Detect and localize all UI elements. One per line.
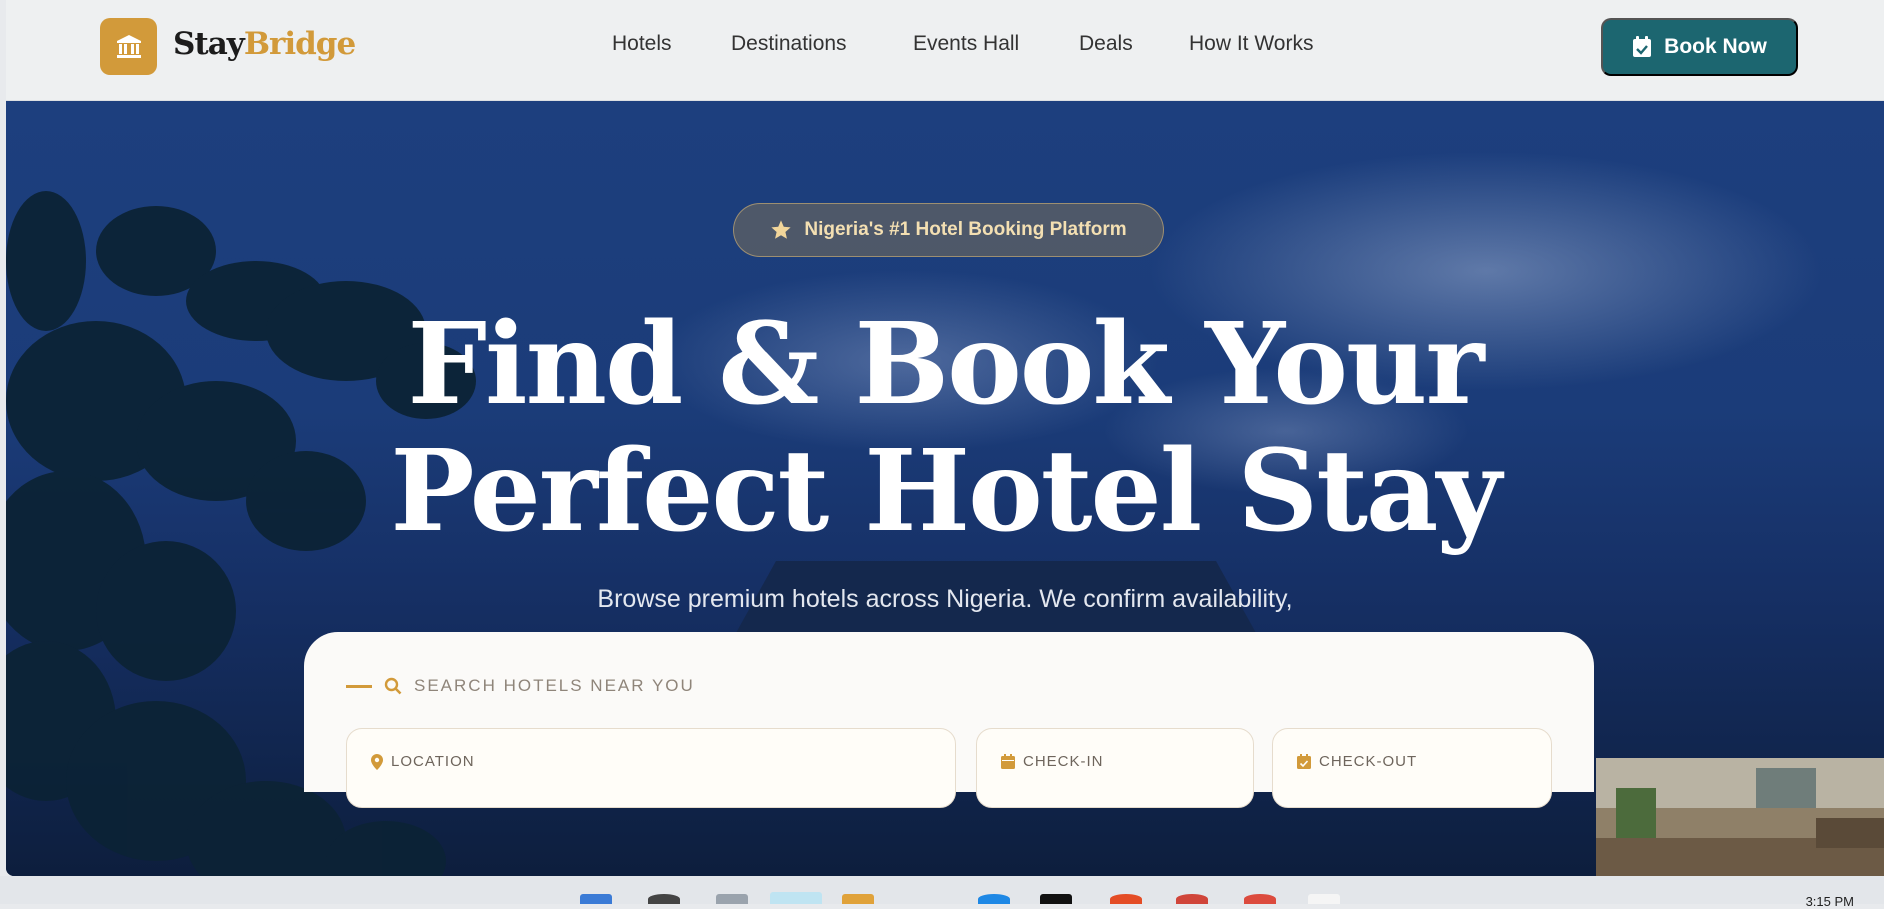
app-icon-orange[interactable] xyxy=(1110,894,1142,904)
windows-start-icon[interactable] xyxy=(580,894,612,904)
nav-item-destinations[interactable]: Destinations xyxy=(731,32,847,56)
book-now-label: Book Now xyxy=(1664,35,1767,58)
check-out-label: CHECK-OUT xyxy=(1297,753,1417,770)
brand-name[interactable]: StayBridge xyxy=(173,26,356,62)
check-in-label-text: CHECK-IN xyxy=(1023,753,1104,770)
chat-app-icon[interactable] xyxy=(978,894,1010,904)
hero-title-line1: Find & Book Your xyxy=(407,299,1485,430)
search-heading: SEARCH HOTELS NEAR YOU xyxy=(346,676,695,696)
app-icon-white[interactable] xyxy=(1308,894,1340,904)
hero-title: Find & Book Your Perfect Hotel Stay xyxy=(6,301,1884,555)
calendar-check-icon xyxy=(1633,36,1652,57)
file-explorer-icon[interactable] xyxy=(716,894,748,904)
hotel-lobby-image xyxy=(1596,758,1884,876)
terminal-icon[interactable] xyxy=(1040,894,1072,904)
site-header: StayBridge Hotels Destinations Events Ha… xyxy=(6,0,1884,101)
location-label-text: LOCATION xyxy=(391,753,475,770)
os-taskbar: 3:15 PM xyxy=(0,876,1884,909)
location-label: LOCATION xyxy=(371,753,475,770)
nav-item-how-it-works[interactable]: How It Works xyxy=(1189,32,1313,56)
book-now-button[interactable]: Book Now xyxy=(1601,18,1798,76)
brand-name-part1: Stay xyxy=(173,26,245,62)
calendar-icon xyxy=(1001,754,1015,769)
check-out-field[interactable]: CHECK-OUT xyxy=(1272,728,1552,808)
map-pin-icon xyxy=(371,753,383,770)
calendar-check-icon xyxy=(1297,754,1311,769)
search-taskbar-icon[interactable] xyxy=(648,894,680,904)
bank-building-icon xyxy=(116,34,141,58)
heading-accent-line xyxy=(346,684,372,688)
hero-subtitle-line1: Browse premium hotels across Nigeria. We… xyxy=(597,585,1293,613)
nav-item-events-hall[interactable]: Events Hall xyxy=(913,32,1019,56)
search-card: SEARCH HOTELS NEAR YOU LOCATION CHECK-IN… xyxy=(304,632,1594,808)
browser-window: StayBridge Hotels Destinations Events Ha… xyxy=(6,0,1884,876)
hero-title-line2: Perfect Hotel Stay xyxy=(390,426,1501,557)
check-in-field[interactable]: CHECK-IN xyxy=(976,728,1254,808)
check-in-label: CHECK-IN xyxy=(1001,753,1104,770)
chrome-icon[interactable] xyxy=(1244,894,1276,904)
edge-browser-icon[interactable] xyxy=(770,892,822,904)
app-icon-red[interactable] xyxy=(1176,894,1208,904)
star-icon xyxy=(771,220,791,239)
brand-logo[interactable] xyxy=(100,18,157,75)
check-out-label-text: CHECK-OUT xyxy=(1319,753,1418,770)
hero-badge-text: Nigeria's #1 Hotel Booking Platform xyxy=(804,219,1127,240)
hero-badge: Nigeria's #1 Hotel Booking Platform xyxy=(733,203,1164,257)
search-heading-text: SEARCH HOTELS NEAR YOU xyxy=(414,676,695,695)
nav-item-hotels[interactable]: Hotels xyxy=(612,32,672,56)
nav-item-deals[interactable]: Deals xyxy=(1079,32,1133,56)
brand-name-part2: Bridge xyxy=(243,26,356,62)
taskbar-clock[interactable]: 3:15 PM xyxy=(1806,894,1854,909)
location-field[interactable]: LOCATION xyxy=(346,728,956,808)
search-icon xyxy=(384,677,402,695)
folder-icon[interactable] xyxy=(842,894,874,904)
